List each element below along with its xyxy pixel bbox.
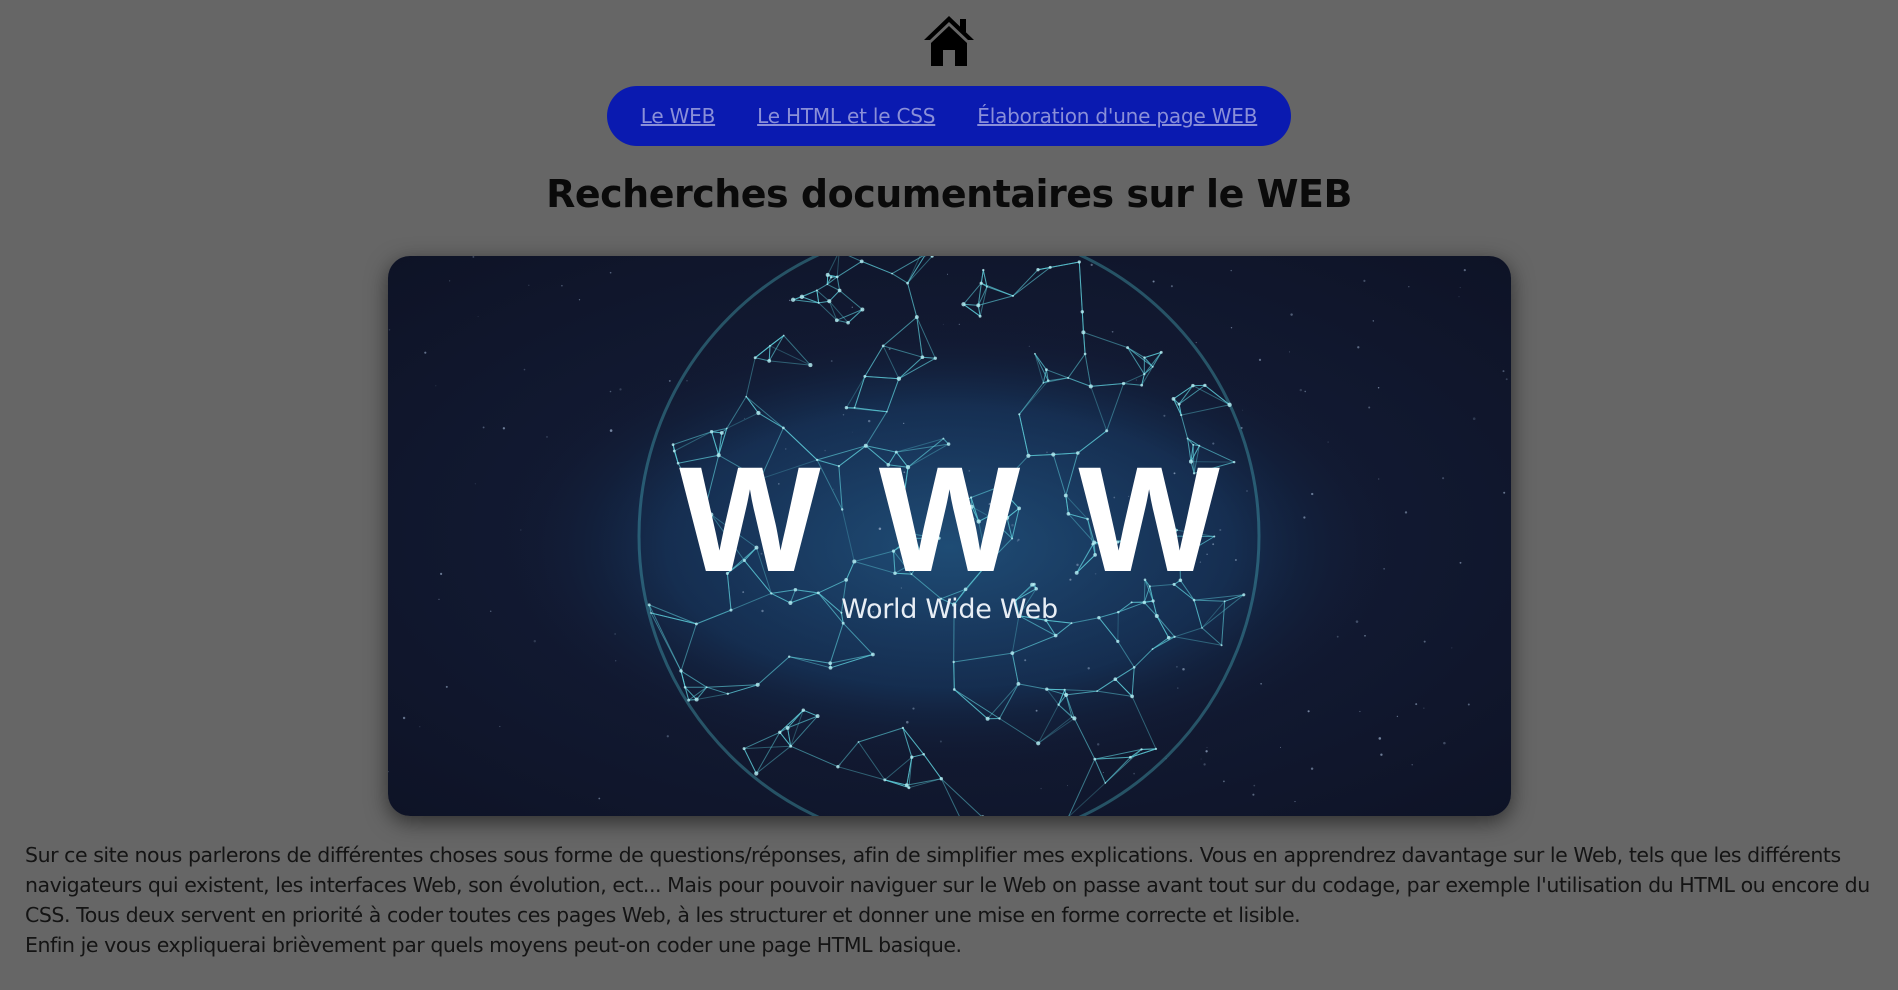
nav-link-web[interactable]: Le WEB <box>641 104 716 128</box>
nav-bar-wrapper: Le WEB Le HTML et le CSS Élaboration d'u… <box>0 86 1898 146</box>
home-link[interactable] <box>0 12 1898 68</box>
home-icon[interactable] <box>922 12 976 68</box>
intro-text: Sur ce site nous parlerons de différente… <box>25 840 1880 960</box>
hero-subtitle: World Wide Web <box>841 594 1058 625</box>
page-title: Recherches documentaires sur le WEB <box>546 172 1352 216</box>
closing-paragraph: Enfin je vous expliquerai brièvement par… <box>25 933 962 957</box>
main-navigation: Le WEB Le HTML et le CSS Élaboration d'u… <box>606 86 1292 146</box>
hero-headline: WWW <box>679 435 1278 603</box>
nav-link-html-css[interactable]: Le HTML et le CSS <box>757 104 935 128</box>
intro-paragraph: Sur ce site nous parlerons de différente… <box>25 843 1870 927</box>
nav-link-page-elaboration[interactable]: Élaboration d'une page WEB <box>977 104 1257 128</box>
hero-image: WWW World Wide Web <box>388 256 1511 816</box>
